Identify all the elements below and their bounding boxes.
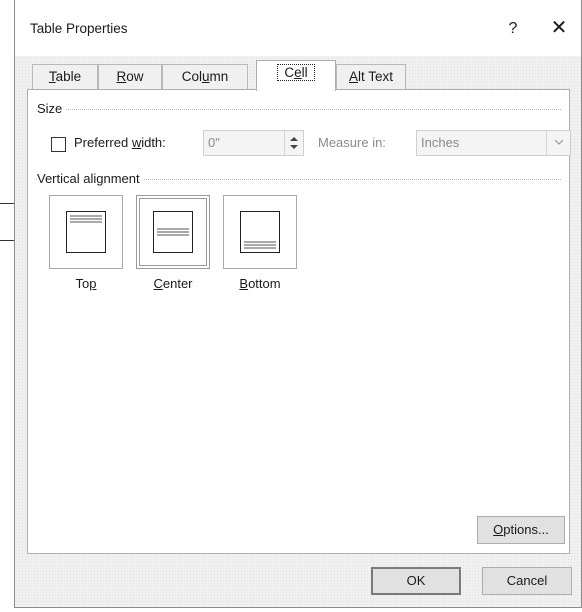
- size-group-divider: [36, 109, 561, 110]
- document-ruler-mark: [0, 240, 14, 241]
- close-icon: ✕: [550, 17, 568, 39]
- dropdown-button[interactable]: [546, 131, 570, 155]
- tab-cell-label: Cell: [277, 64, 315, 81]
- align-bottom-icon: [240, 211, 280, 253]
- preferred-width-label: Preferred width:: [74, 135, 166, 150]
- align-center-button[interactable]: [136, 195, 210, 269]
- vertical-alignment-label: Vertical alignment: [37, 171, 144, 186]
- tab-alt-text[interactable]: Alt Text: [336, 64, 406, 90]
- align-bottom-button[interactable]: [223, 195, 297, 269]
- preferred-width-input[interactable]: 0": [203, 130, 304, 156]
- align-top-label: Top: [75, 276, 97, 291]
- close-button[interactable]: ✕: [545, 14, 573, 42]
- preferred-width-checkbox[interactable]: [51, 137, 66, 152]
- align-center-label: Center: [153, 276, 193, 291]
- ok-button[interactable]: OK: [371, 567, 461, 595]
- measure-in-label: Measure in:: [318, 135, 386, 150]
- chevron-down-icon: [554, 139, 564, 145]
- spin-down-icon[interactable]: [290, 145, 298, 149]
- cancel-button[interactable]: Cancel: [482, 567, 572, 595]
- align-bottom-label: Bottom: [239, 276, 281, 291]
- tab-cell[interactable]: Cell: [256, 60, 336, 91]
- measure-in-select[interactable]: Inches: [416, 130, 571, 156]
- width-spinner[interactable]: [284, 131, 303, 155]
- align-center-icon: [153, 211, 193, 253]
- align-top-button[interactable]: [49, 195, 123, 269]
- tab-column[interactable]: Column: [162, 64, 248, 90]
- options-button[interactable]: Options...: [477, 516, 565, 544]
- dialog-title: Table Properties: [30, 21, 128, 36]
- help-button[interactable]: ?: [501, 16, 525, 42]
- align-top-icon: [66, 211, 106, 253]
- tab-row[interactable]: Row: [98, 64, 162, 90]
- title-bar: Table Properties ? ✕: [15, 0, 581, 56]
- size-group-label: Size: [37, 101, 67, 116]
- tab-strip: Table Row Column Cell Alt Text: [27, 60, 569, 91]
- table-properties-dialog: Table Properties ? ✕ Table Row Column Ce…: [14, 0, 582, 608]
- spin-up-icon[interactable]: [290, 137, 298, 141]
- cell-tab-panel: Size Preferred width: 0" Measure in: Inc…: [27, 89, 571, 554]
- preferred-width-value: 0": [208, 135, 220, 150]
- document-ruler-mark: [0, 203, 14, 204]
- measure-in-value: Inches: [421, 135, 460, 150]
- tab-table[interactable]: Table: [32, 64, 98, 90]
